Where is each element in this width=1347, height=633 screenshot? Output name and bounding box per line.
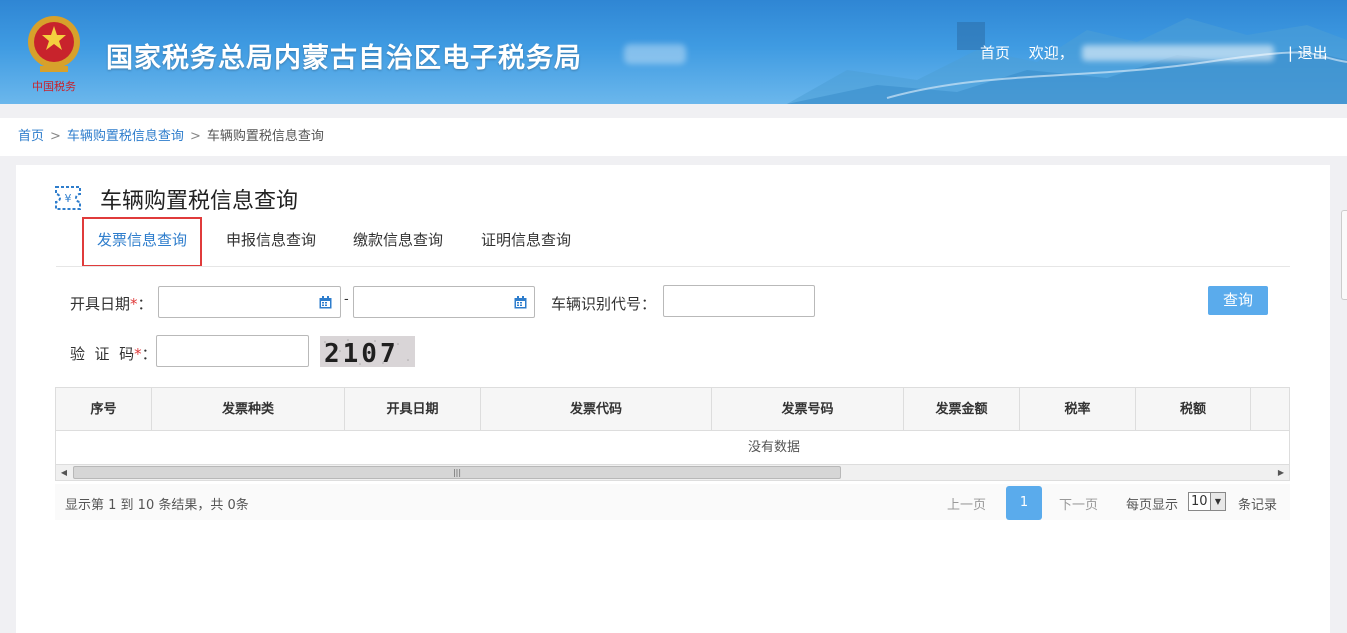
query-button[interactable]: 查询 [1208, 286, 1268, 315]
tax-emblem-icon: 中国税务 [28, 16, 80, 93]
breadcrumb-home[interactable]: 首页 [18, 129, 44, 144]
calendar-icon[interactable] [514, 296, 527, 309]
per-page-select[interactable]: 10 ▼ [1188, 492, 1226, 511]
tab-invoice-query[interactable]: 发票信息查询 [82, 217, 203, 267]
date-from-input[interactable] [158, 286, 341, 318]
breadcrumb-current: 车辆购置税信息查询 [206, 129, 324, 144]
table-header: 序号 发票种类 开具日期 发票代码 发票号码 发票金额 税率 税额 [56, 388, 1289, 431]
column-header-index[interactable]: 序号 [56, 388, 152, 431]
next-page-button[interactable]: 下一页 [1059, 494, 1098, 513]
breadcrumb-vehicle-tax[interactable]: 车辆购置税信息查询 [67, 129, 184, 144]
page-title: 车辆购置税信息查询 [100, 189, 299, 214]
page-number-button[interactable]: 1 [1006, 486, 1042, 520]
captcha-noise: 2107 [324, 339, 409, 367]
side-handle[interactable] [1341, 210, 1347, 300]
tab-divider [56, 266, 1290, 267]
site-title: 国家税务总局内蒙古自治区电子税务局 [106, 43, 582, 74]
column-header-invoice-code[interactable]: 发票代码 [481, 388, 712, 431]
calendar-icon[interactable] [319, 296, 332, 309]
captcha-input[interactable] [156, 335, 309, 367]
column-header-invoice-amount[interactable]: 发票金额 [904, 388, 1020, 431]
breadcrumb-separator: > [50, 129, 61, 144]
date-label: 开具日期*： [70, 293, 153, 314]
scroll-right-icon[interactable]: ▶ [1273, 465, 1289, 480]
nav-home-link[interactable]: 首页 [980, 42, 1010, 63]
per-page-label: 每页显示 [1126, 498, 1179, 513]
required-mark: * [134, 345, 142, 363]
tab-certificate-query[interactable]: 证明信息查询 [481, 217, 571, 267]
vin-label: 车辆识别代号： [551, 295, 657, 313]
prev-page-button[interactable]: 上一页 [947, 494, 986, 513]
captcha-label: 验 证 码*： [70, 343, 157, 364]
label-colon: ： [141, 345, 157, 363]
pagination-info: 显示第 1 到 10 条结果，共 0条 [65, 498, 249, 513]
scroll-left-icon[interactable]: ◀ [56, 465, 72, 480]
date-to-input[interactable] [353, 286, 535, 318]
records-label: 条记录 [1238, 498, 1278, 513]
column-header-invoice-number[interactable]: 发票号码 [712, 388, 904, 431]
svg-text:¥: ¥ [65, 192, 72, 205]
column-header-invoice-type[interactable]: 发票种类 [152, 388, 345, 431]
per-page-value: 10 [1191, 494, 1208, 509]
breadcrumb: 首页 > 车辆购置税信息查询 > 车辆购置税信息查询 [0, 118, 1347, 156]
emblem-caption: 中国税务 [32, 79, 76, 93]
tab-payment-query[interactable]: 缴款信息查询 [353, 217, 443, 267]
vin-input[interactable] [663, 285, 815, 317]
tab-declaration-query[interactable]: 申报信息查询 [226, 217, 316, 267]
required-mark: * [130, 295, 138, 313]
captcha-label-text: 验 证 码 [70, 345, 135, 363]
pagination-bar: 显示第 1 到 10 条结果，共 0条 上一页 1 下一页 每页显示 10 ▼ 条… [55, 484, 1290, 520]
captcha-image[interactable]: 2107 [320, 336, 415, 367]
date-label-text: 开具日期 [70, 295, 131, 313]
chevron-down-icon[interactable]: ▼ [1210, 493, 1225, 510]
date-range-separator: - [344, 292, 349, 307]
scrollbar-thumb[interactable]: ||| [73, 466, 841, 479]
empty-table-message: 没有数据 [748, 440, 801, 455]
yuan-ticket-icon: ¥ [55, 186, 81, 210]
welcome-text: 欢迎， [1028, 44, 1074, 62]
label-colon: ： [137, 295, 153, 313]
horizontal-scrollbar[interactable]: ◀ ||| ▶ [55, 464, 1290, 481]
column-header-issue-date[interactable]: 开具日期 [345, 388, 481, 431]
top-nav: 首页 欢迎， | 退出 [980, 42, 1328, 63]
redacted-username [1081, 44, 1274, 61]
column-header-tax-amount[interactable]: 税额 [1136, 388, 1251, 431]
captcha-text: 2107 [324, 339, 399, 367]
site-header: 中国税务 国家税务总局内蒙古自治区电子税务局 首页 欢迎， | 退出 [0, 0, 1347, 104]
logout-link[interactable]: | 退出 [1288, 42, 1328, 63]
breadcrumb-separator: > [189, 129, 201, 144]
redacted-region [624, 44, 686, 64]
column-header-tax-rate[interactable]: 税率 [1020, 388, 1136, 431]
